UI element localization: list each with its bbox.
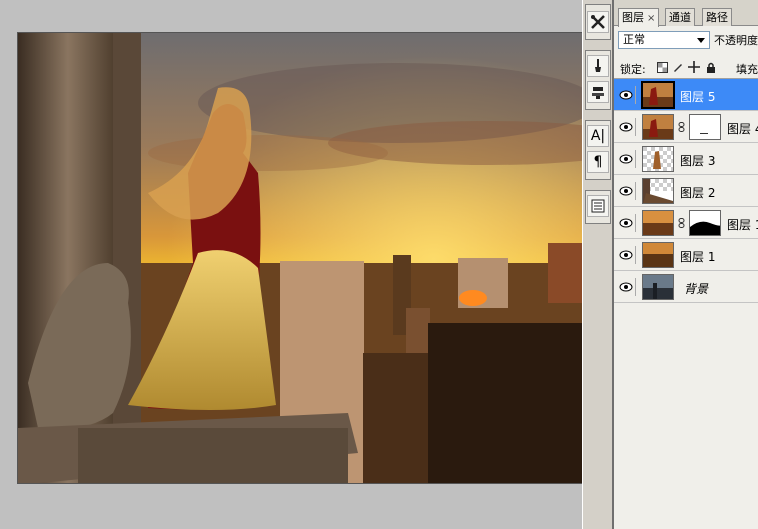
lock-pixels-icon[interactable] bbox=[672, 61, 684, 73]
layer-list: 图层 5 图层 4 图层 3 bbox=[614, 79, 758, 529]
tool-group-4 bbox=[585, 190, 611, 224]
layer-name[interactable]: 背景 bbox=[684, 280, 708, 297]
eye-icon[interactable] bbox=[616, 214, 636, 232]
layer-thumbnail bbox=[641, 81, 675, 109]
tab-paths-label: 路径 bbox=[706, 11, 728, 24]
tool-group-2 bbox=[585, 50, 611, 110]
panel-tabs: 图层 × 通道 路径 bbox=[614, 0, 758, 27]
eye-icon[interactable] bbox=[616, 150, 636, 168]
panel-dock-strip: A| ¶ bbox=[582, 0, 613, 529]
lock-transparency-icon[interactable] bbox=[656, 61, 668, 73]
artwork-image bbox=[18, 33, 610, 483]
layer-mask-thumbnail[interactable] bbox=[689, 210, 721, 236]
blend-mode-select[interactable]: 正常 bbox=[618, 31, 710, 49]
layer-name[interactable]: 图层 3 bbox=[680, 152, 715, 169]
brush-icon[interactable] bbox=[587, 55, 609, 77]
layer-thumbnail bbox=[642, 114, 674, 140]
layer-row[interactable]: 图层 3 bbox=[614, 143, 758, 175]
close-icon[interactable]: × bbox=[647, 13, 655, 24]
lock-all-icon[interactable] bbox=[705, 61, 717, 73]
layer-row[interactable]: 图层 2 bbox=[614, 175, 758, 207]
character-icon[interactable]: A| bbox=[587, 125, 609, 147]
eye-icon[interactable] bbox=[616, 86, 636, 104]
layer-name[interactable]: 图层 1 bbox=[680, 248, 715, 265]
layer-thumbnail bbox=[642, 274, 674, 300]
layer-row[interactable]: 图层 5 bbox=[614, 79, 758, 111]
eye-icon[interactable] bbox=[616, 246, 636, 264]
layer-row[interactable]: 图层 1 bbox=[614, 239, 758, 271]
lock-label: 锁定: bbox=[620, 63, 646, 76]
layer-thumbnail bbox=[642, 146, 674, 172]
layer-name[interactable]: 图层 4 bbox=[727, 120, 758, 137]
stamp-icon[interactable] bbox=[587, 81, 609, 103]
fill-label: 填充 bbox=[736, 63, 758, 76]
eye-icon[interactable] bbox=[616, 118, 636, 136]
lock-position-icon[interactable] bbox=[688, 61, 700, 73]
tool-group-1 bbox=[585, 4, 611, 40]
tab-channels[interactable]: 通道 bbox=[665, 8, 695, 26]
tool-group-3: A| ¶ bbox=[585, 120, 611, 180]
link-icon[interactable] bbox=[677, 122, 686, 132]
opacity-label: 不透明度 bbox=[714, 34, 758, 47]
layer-name[interactable]: 图层 1 bbox=[727, 216, 758, 233]
blend-row: 正常 不透明度 bbox=[614, 29, 758, 51]
paragraph-icon[interactable]: ¶ bbox=[587, 151, 609, 173]
layer-name[interactable]: 图层 5 bbox=[680, 88, 715, 105]
eye-icon[interactable] bbox=[616, 182, 636, 200]
tab-layers-label: 图层 bbox=[622, 11, 644, 24]
document-canvas[interactable] bbox=[17, 32, 611, 484]
blend-mode-value: 正常 bbox=[623, 33, 645, 46]
layer-name[interactable]: 图层 2 bbox=[680, 184, 715, 201]
layers-panel: 图层 × 通道 路径 正常 不透明度 锁定: 填充 图层 5 图层 图层 3 图… bbox=[614, 0, 758, 529]
layer-thumbnail bbox=[642, 210, 674, 236]
wrench-cross-icon[interactable] bbox=[587, 11, 609, 33]
eye-icon[interactable] bbox=[616, 278, 636, 296]
tab-channels-label: 通道 bbox=[669, 11, 691, 24]
link-icon[interactable] bbox=[677, 218, 686, 228]
layer-row[interactable]: 图层 1 bbox=[614, 207, 758, 239]
layer-row[interactable]: 背景 bbox=[614, 271, 758, 303]
workspace[interactable] bbox=[0, 0, 611, 529]
document-icon[interactable] bbox=[587, 195, 609, 217]
lock-row: 锁定: 填充 bbox=[614, 57, 758, 79]
layer-thumbnail bbox=[642, 242, 674, 268]
layer-mask-thumbnail[interactable] bbox=[689, 114, 721, 140]
layer-row[interactable]: 图层 4 bbox=[614, 111, 758, 143]
chevron-down-icon bbox=[697, 38, 705, 43]
tab-layers[interactable]: 图层 × bbox=[618, 8, 660, 27]
tab-paths[interactable]: 路径 bbox=[702, 8, 732, 26]
layer-thumbnail bbox=[642, 178, 674, 204]
